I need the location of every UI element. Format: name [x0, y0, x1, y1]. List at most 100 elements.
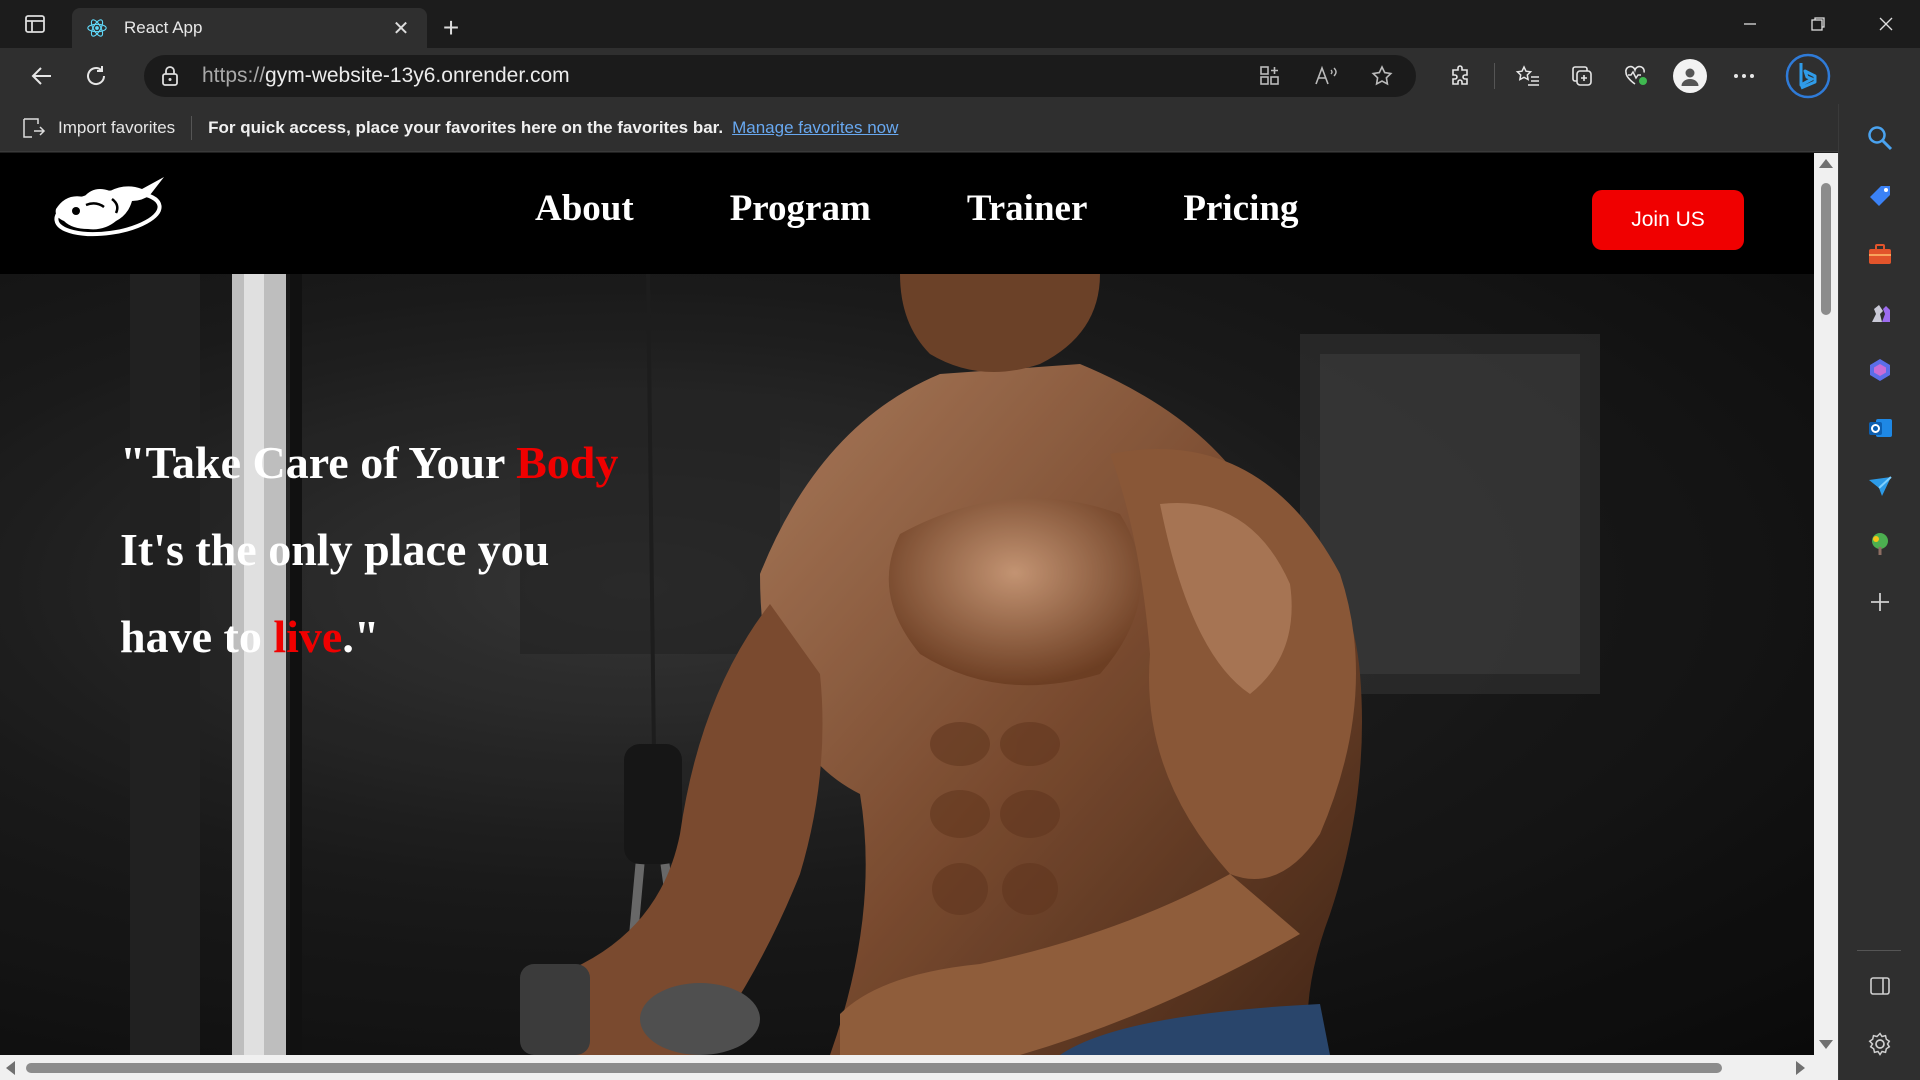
copilot-button[interactable] — [1783, 51, 1833, 101]
browser-toolbar: https://gym-website-13y6.onrender.com — [0, 48, 1920, 104]
search-icon — [1868, 126, 1893, 151]
scroll-right-arrow[interactable] — [1796, 1061, 1805, 1075]
browser-tab[interactable]: React App ✕ — [72, 8, 427, 48]
nav-link-pricing[interactable]: Pricing — [1183, 187, 1298, 230]
sidebar-search-button[interactable] — [1864, 122, 1896, 154]
lock-icon[interactable] — [160, 65, 182, 87]
refresh-button[interactable] — [74, 54, 118, 98]
split-screen-icon — [1870, 977, 1890, 995]
puzzle-icon — [1452, 65, 1468, 85]
profile-button[interactable] — [1663, 54, 1717, 98]
import-icon — [23, 117, 46, 138]
toolbox-icon — [1869, 244, 1891, 264]
scroll-up-arrow[interactable] — [1819, 159, 1833, 168]
extensions-button[interactable] — [1434, 54, 1488, 98]
sidebar-add-button[interactable] — [1864, 586, 1896, 618]
tab-actions-button[interactable] — [0, 0, 70, 48]
new-tab-button[interactable]: + — [427, 8, 475, 48]
react-icon — [87, 19, 107, 37]
sidebar-tools-button[interactable] — [1864, 238, 1896, 270]
window-controls — [1716, 0, 1920, 48]
nav-link-trainer[interactable]: Trainer — [967, 187, 1088, 230]
hero-quote: "Take Care of Your Body It's the only pl… — [120, 419, 680, 680]
plus-icon — [1871, 593, 1889, 611]
hero-quote-line-1-text: "Take Care of Your — [120, 437, 517, 488]
refresh-icon — [87, 66, 106, 85]
browser-essentials-button[interactable] — [1609, 54, 1663, 98]
hero-quote-line-3-text: have to — [120, 611, 274, 662]
sidebar-copilot-button[interactable] — [1864, 354, 1896, 386]
close-window-button[interactable] — [1852, 0, 1920, 48]
import-favorites-label: Import favorites — [58, 117, 176, 137]
manage-favorites-link[interactable]: Manage favorites now — [732, 118, 898, 138]
settings-icon — [1868, 1032, 1891, 1056]
back-arrow-icon — [31, 67, 51, 85]
app-available-button[interactable] — [1252, 58, 1288, 94]
hero-highlight-live: live — [273, 611, 343, 662]
tab-actions-icon — [25, 15, 45, 33]
tree-icon — [1872, 533, 1888, 555]
sidebar-tree-button[interactable] — [1864, 528, 1896, 560]
outlook-icon — [1869, 419, 1892, 437]
vertical-scroll-thumb[interactable] — [1821, 183, 1831, 315]
sidebar-shopping-button[interactable] — [1864, 180, 1896, 212]
tab-close-button[interactable]: ✕ — [389, 16, 413, 41]
sidebar-split-button[interactable] — [1864, 970, 1896, 1002]
url-protocol: https:// — [202, 64, 266, 87]
collections-icon — [1572, 66, 1592, 86]
app-grid-icon — [1260, 66, 1279, 85]
hero-quote-line-1: "Take Care of Your Body — [120, 419, 680, 506]
site-navbar: About Program Trainer Pricing Join US — [0, 153, 1814, 274]
restore-icon — [1811, 17, 1825, 31]
hero-section: "Take Care of Your Body It's the only pl… — [0, 274, 1814, 1055]
nav-link-program[interactable]: Program — [730, 187, 871, 230]
minimize-icon — [1744, 23, 1756, 25]
horizontal-scrollbar[interactable] — [0, 1055, 1838, 1080]
send-icon — [1869, 476, 1892, 496]
settings-and-more-button[interactable] — [1717, 54, 1771, 98]
collections-button[interactable] — [1555, 54, 1609, 98]
tag-icon — [1870, 186, 1890, 206]
favorites-bar: Import favorites For quick access, place… — [0, 104, 1838, 152]
gym-logo[interactable] — [46, 171, 168, 247]
nav-link-about[interactable]: About — [535, 187, 634, 230]
hero-quote-line-2: It's the only place you — [120, 524, 550, 575]
more-icon — [1734, 74, 1754, 78]
edge-sidebar — [1838, 104, 1920, 1080]
nav-links: About Program Trainer Pricing — [535, 187, 1394, 230]
heart-pulse-icon — [1625, 65, 1647, 85]
hero-quote-line-3: have to live." — [120, 593, 680, 680]
hero-quote-line-3-end: ." — [342, 611, 380, 662]
favorite-star-button[interactable] — [1364, 58, 1400, 94]
avatar — [1673, 59, 1707, 93]
star-icon — [1371, 65, 1393, 86]
scroll-left-arrow[interactable] — [6, 1061, 15, 1075]
read-aloud-button[interactable] — [1308, 58, 1344, 94]
read-aloud-icon — [1315, 65, 1337, 85]
favorites-divider — [191, 115, 193, 140]
address-bar[interactable]: https://gym-website-13y6.onrender.com — [144, 55, 1416, 97]
back-button[interactable] — [20, 54, 64, 98]
sidebar-outlook-button[interactable] — [1864, 412, 1896, 444]
vertical-scrollbar[interactable] — [1814, 153, 1838, 1055]
url-host: gym-website-13y6.onrender.com — [265, 64, 570, 87]
tab-title: React App — [124, 18, 203, 37]
minimize-button[interactable] — [1716, 0, 1784, 48]
favorites-button[interactable] — [1501, 54, 1555, 98]
toolbar-divider — [1494, 63, 1495, 89]
sidebar-drop-button[interactable] — [1864, 470, 1896, 502]
hero-highlight-body: Body — [516, 437, 619, 488]
page-viewport: About Program Trainer Pricing Join US "T… — [0, 153, 1814, 1055]
sidebar-games-button[interactable] — [1864, 296, 1896, 328]
horizontal-scroll-thumb[interactable] — [26, 1063, 1722, 1073]
sidebar-divider — [1857, 950, 1901, 951]
join-us-button[interactable]: Join US — [1592, 190, 1744, 250]
copilot-icon — [1870, 359, 1890, 381]
import-favorites-button[interactable]: Import favorites — [20, 117, 175, 139]
restore-button[interactable] — [1784, 0, 1852, 48]
scroll-down-arrow[interactable] — [1819, 1040, 1833, 1049]
sidebar-settings-button[interactable] — [1864, 1028, 1896, 1060]
games-icon — [1872, 305, 1890, 322]
favorites-list-icon — [1515, 65, 1539, 86]
tab-bar: React App ✕ + — [0, 0, 1920, 48]
